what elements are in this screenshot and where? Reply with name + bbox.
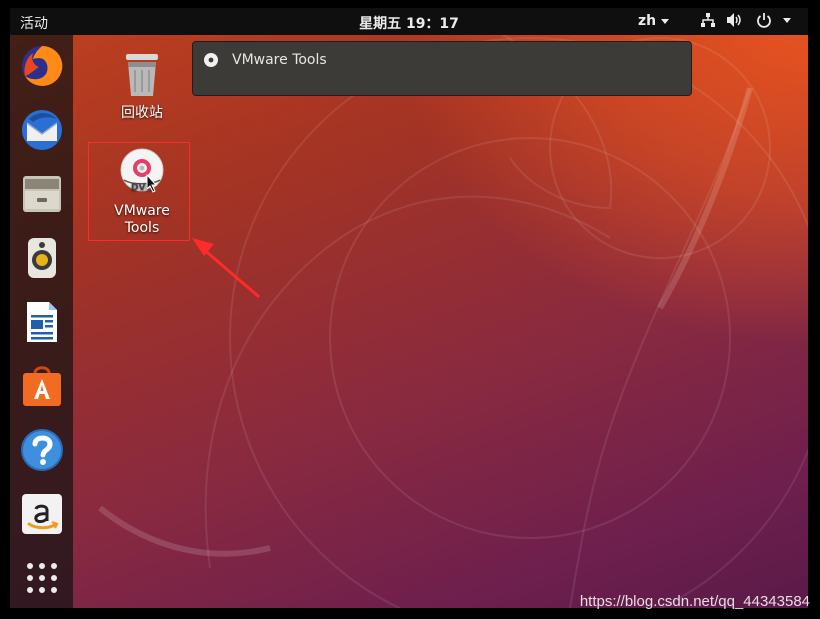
desktop-icon-vmware-tools[interactable]: DVD VMware Tools bbox=[92, 146, 192, 237]
firefox-icon bbox=[22, 45, 63, 86]
amazon-icon bbox=[22, 494, 62, 534]
vmware-label-line1: VMware bbox=[114, 203, 170, 219]
dock-item-writer[interactable] bbox=[19, 299, 65, 345]
chevron-down-icon bbox=[661, 18, 670, 24]
dvd-icon: DVD bbox=[120, 148, 164, 193]
dock bbox=[10, 35, 73, 608]
arrow-annotation-icon bbox=[192, 238, 260, 298]
disc-icon bbox=[204, 53, 218, 67]
chevron-down-icon bbox=[783, 18, 791, 23]
thunderbird-icon bbox=[22, 110, 62, 150]
show-apps-icon bbox=[27, 563, 57, 593]
clock[interactable]: 星期五 19：17 bbox=[10, 13, 808, 33]
network-icon bbox=[701, 13, 715, 27]
dock-item-files[interactable] bbox=[19, 171, 65, 217]
software-icon bbox=[23, 366, 61, 406]
show-applications-button[interactable] bbox=[19, 555, 65, 601]
power-icon bbox=[757, 13, 771, 28]
dock-item-software[interactable] bbox=[19, 363, 65, 409]
notification-text: VMware Tools bbox=[232, 52, 327, 68]
dock-item-help[interactable] bbox=[19, 427, 65, 473]
dock-item-rhythmbox[interactable] bbox=[19, 235, 65, 281]
input-method-label: zh bbox=[638, 13, 657, 29]
rhythmbox-icon bbox=[28, 238, 56, 278]
help-icon bbox=[21, 429, 63, 471]
volume-icon bbox=[727, 13, 741, 27]
trash-label: 回收站 bbox=[121, 105, 163, 121]
dock-item-firefox[interactable] bbox=[19, 43, 65, 89]
top-bar: 活动 星期五 19：17 zh bbox=[10, 8, 808, 35]
notification-banner[interactable]: VMware Tools bbox=[192, 41, 692, 96]
input-method-menu[interactable]: zh bbox=[638, 13, 670, 29]
watermark-text: https://blog.csdn.net/qq_44343584 bbox=[579, 593, 810, 610]
writer-icon bbox=[27, 302, 57, 342]
clock-text: 星期五 19：17 bbox=[359, 16, 459, 32]
dock-item-thunderbird[interactable] bbox=[19, 107, 65, 153]
dock-item-amazon[interactable] bbox=[19, 491, 65, 537]
desktop-icon-trash[interactable]: 回收站 bbox=[92, 50, 192, 122]
trash-icon bbox=[126, 54, 158, 96]
files-icon bbox=[23, 176, 61, 212]
vmware-label-line2: Tools bbox=[124, 220, 160, 236]
desktop-screen: 活动 星期五 19：17 zh 回收站 DVD VMware Tools VMw… bbox=[10, 8, 808, 608]
